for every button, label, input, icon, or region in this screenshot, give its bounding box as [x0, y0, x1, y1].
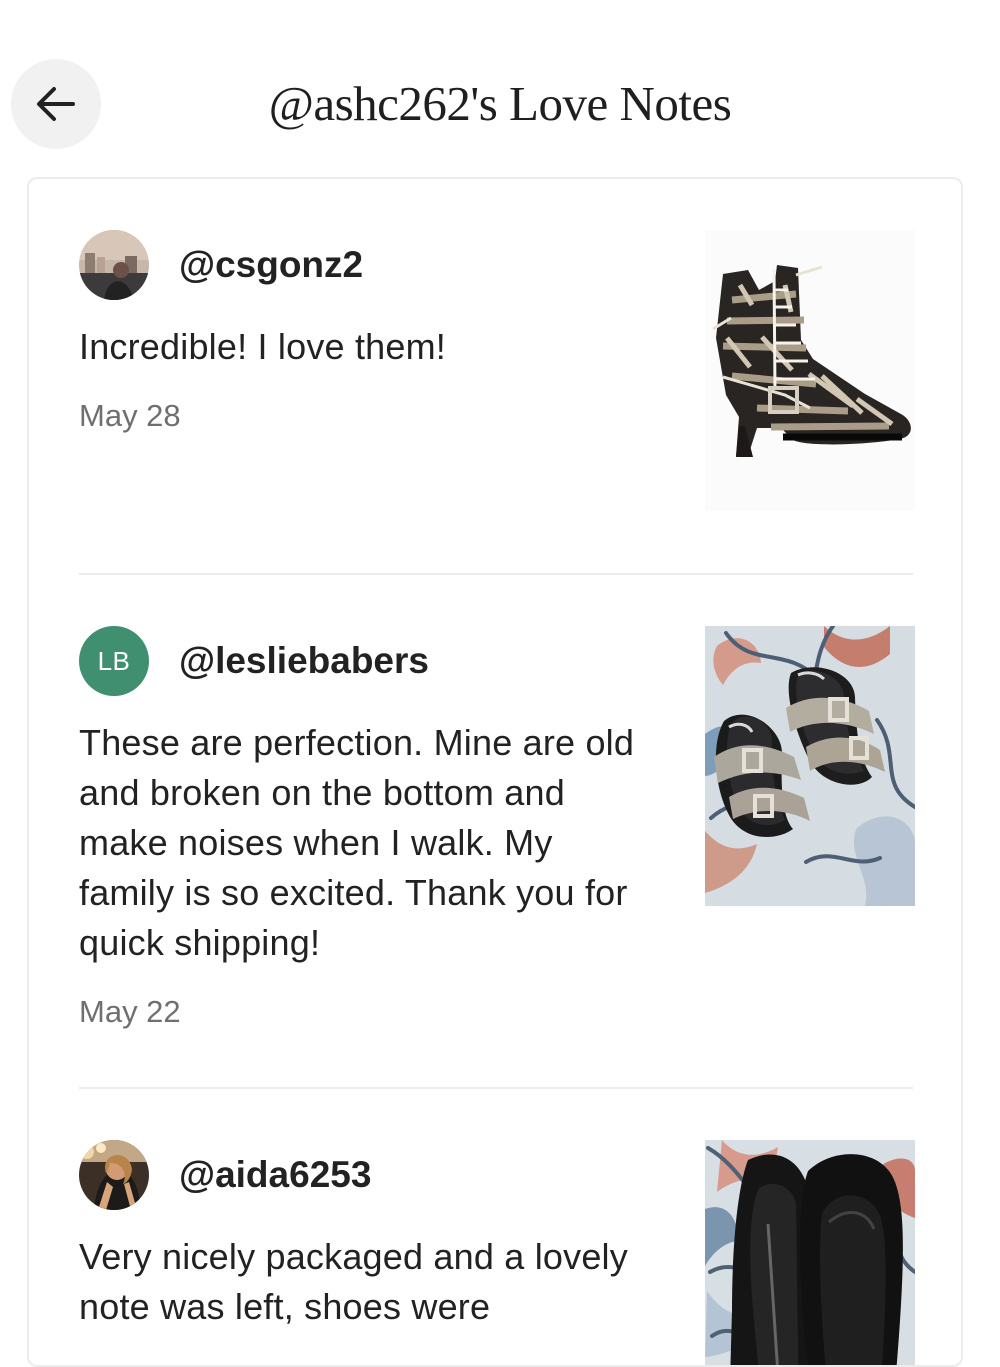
username[interactable]: @csgonz2: [179, 242, 363, 288]
note-divider: [79, 573, 913, 575]
product-image[interactable]: [705, 230, 915, 510]
arrow-left-icon: [33, 81, 79, 127]
avatar[interactable]: [79, 230, 149, 300]
love-note: @csgonz2 Incredible! I love them! May 28: [79, 230, 915, 510]
note-text: Incredible! I love them!: [79, 326, 446, 367]
page-title: @ashc262's Love Notes: [268, 76, 732, 131]
note-divider: [79, 1087, 913, 1089]
love-notes-list: @csgonz2 Incredible! I love them! May 28…: [27, 177, 963, 1367]
username[interactable]: @lesliebabers: [179, 638, 429, 684]
avatar[interactable]: LB: [79, 626, 149, 696]
page-header: @ashc262's Love Notes: [0, 0, 1000, 175]
note-date: May 28: [79, 398, 181, 433]
username[interactable]: @aida6253: [179, 1152, 371, 1198]
note-text: These are perfection. Mine are old and b…: [79, 722, 635, 963]
note-date: May 22: [79, 994, 181, 1029]
note-text: Very nicely packaged and a lovely note w…: [79, 1236, 628, 1327]
product-image[interactable]: [705, 626, 915, 906]
love-note: LB @lesliebabers These are perfection. M…: [79, 626, 915, 1046]
back-button[interactable]: [11, 59, 101, 149]
avatar[interactable]: [79, 1140, 149, 1210]
